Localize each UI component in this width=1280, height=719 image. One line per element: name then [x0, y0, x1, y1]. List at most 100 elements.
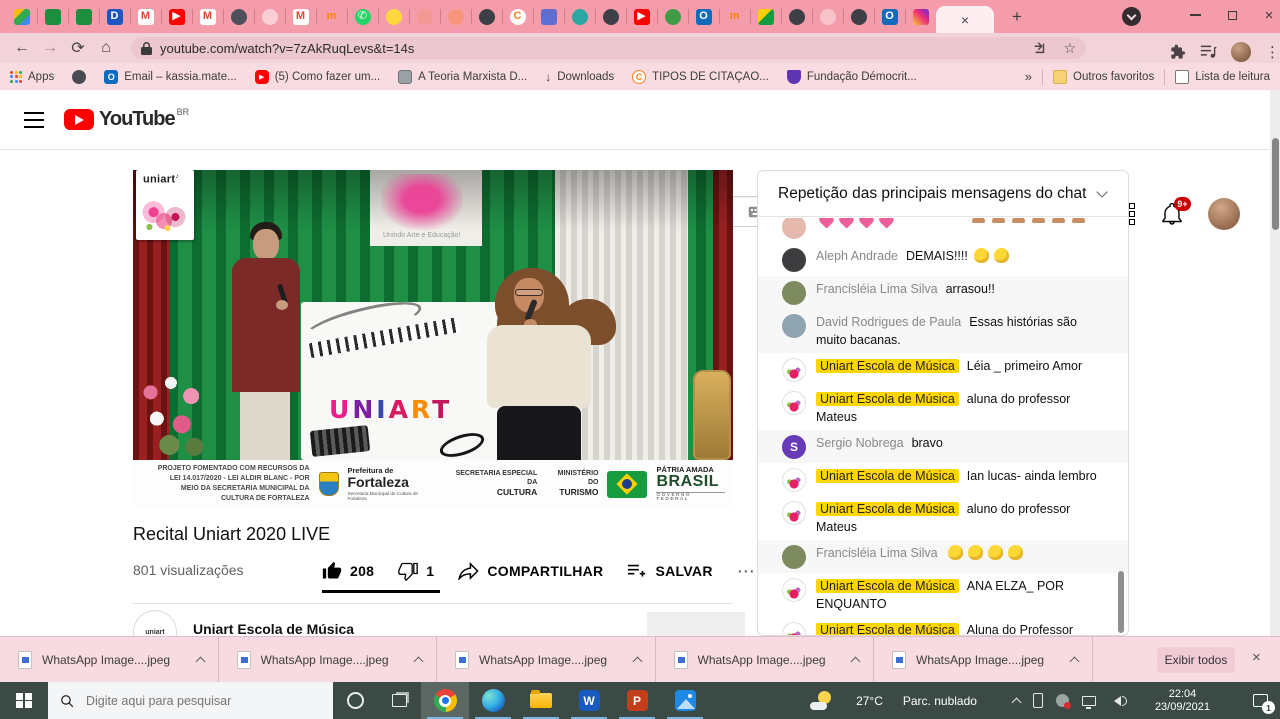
- downloads-close-icon[interactable]: ×: [1252, 649, 1261, 666]
- bookmarks-overflow-icon[interactable]: »: [1025, 69, 1032, 84]
- tab-youtube[interactable]: ▶: [161, 0, 192, 33]
- chevron-up-icon[interactable]: [851, 656, 861, 666]
- tab-moodle[interactable]: m: [316, 0, 347, 33]
- like-button[interactable]: 208: [322, 561, 374, 581]
- show-all-downloads-button[interactable]: Exibir todos: [1157, 647, 1235, 673]
- download-chip[interactable]: WhatsApp Image....jpeg: [437, 637, 656, 682]
- share-button[interactable]: COMPARTILHAR: [458, 562, 603, 580]
- chevron-up-icon[interactable]: [195, 656, 205, 666]
- taskbar-photos[interactable]: [661, 682, 709, 719]
- browser-menu-icon[interactable]: ⋮: [1265, 43, 1280, 61]
- bookmark-item[interactable]: [72, 70, 86, 84]
- chat-header[interactable]: Repetição das principais mensagens do ch…: [758, 171, 1128, 217]
- download-chip[interactable]: WhatsApp Image....jpeg: [219, 637, 438, 682]
- weather-icon[interactable]: [810, 691, 834, 711]
- tab-sticker[interactable]: [378, 0, 409, 33]
- dislike-button[interactable]: 1: [398, 561, 434, 581]
- tab-orange-c[interactable]: C: [502, 0, 533, 33]
- chat-message[interactable]: Uniart Escola de MúsicaANA ELZA_ POR ENQ…: [758, 573, 1128, 617]
- chat-message[interactable]: Uniart Escola de MúsicaAluna do Professo…: [758, 617, 1128, 635]
- chat-message[interactable]: Uniart Escola de MúsicaIan lucas- ainda …: [758, 463, 1128, 496]
- tab-whatsapp[interactable]: ✆: [347, 0, 378, 33]
- bookmark-reading-list[interactable]: Lista de leitura: [1175, 70, 1270, 84]
- taskbar-powerpoint[interactable]: P: [613, 682, 661, 719]
- channel-name[interactable]: Uniart Escola de Música: [193, 621, 354, 637]
- download-chip[interactable]: WhatsApp Image....jpeg: [0, 637, 219, 682]
- cortana-button[interactable]: [333, 682, 377, 719]
- tab-blue-app[interactable]: [533, 0, 564, 33]
- window-minimize-button[interactable]: [1178, 0, 1212, 30]
- chat-message[interactable]: Aleph AndradeDEMAIS!!!!: [758, 243, 1128, 276]
- tab-gov-br[interactable]: [750, 0, 781, 33]
- bookmark-item[interactable]: Fundação Démocrit...: [787, 70, 917, 84]
- tab-lamp[interactable]: [440, 0, 471, 33]
- bookmark-item[interactable]: A Teoria Marxista D...: [398, 70, 527, 84]
- bookmark-item[interactable]: OEmail – kassia.mate...: [104, 70, 236, 84]
- chat-message[interactable]: Francisléia Lima Silvaarrasou!!: [758, 276, 1128, 309]
- save-button[interactable]: SALVAR: [627, 563, 712, 579]
- chat-scrollbar-thumb[interactable]: [1118, 571, 1124, 633]
- youtube-profile-avatar[interactable]: [1208, 198, 1240, 230]
- subscribed-button[interactable]: [647, 612, 745, 636]
- tab-green-app[interactable]: [657, 0, 688, 33]
- more-actions-button[interactable]: ⋯: [737, 561, 757, 582]
- tab-faded-ring[interactable]: [812, 0, 843, 33]
- tab-dark-globe[interactable]: [781, 0, 812, 33]
- reload-button[interactable]: ⟳: [64, 35, 92, 61]
- chat-message[interactable]: Uniart Escola de MúsicaLéia _ primeiro A…: [758, 353, 1128, 386]
- bookmark-apps[interactable]: Apps: [10, 71, 54, 83]
- weather-temp[interactable]: 27°C: [856, 694, 883, 708]
- taskbar-explorer[interactable]: [517, 682, 565, 719]
- scrollbar-thumb[interactable]: [1272, 138, 1279, 230]
- tab-search-button[interactable]: [1122, 7, 1141, 26]
- tab-outlook[interactable]: O: [688, 0, 719, 33]
- youtube-logo[interactable]: YouTube BR: [64, 109, 189, 130]
- tab-google-sheets[interactable]: [37, 0, 68, 33]
- extensions-puzzle-icon[interactable]: [1170, 44, 1186, 60]
- home-button[interactable]: ⌂: [92, 35, 120, 61]
- action-center-button[interactable]: 1: [1240, 682, 1280, 719]
- tab-youtube[interactable]: ▶: [626, 0, 657, 33]
- bookmark-item[interactable]: CTIPOS DE CITAÇÃO...: [632, 70, 769, 84]
- tab-dark-globe[interactable]: [595, 0, 626, 33]
- window-maximize-button[interactable]: [1215, 0, 1249, 30]
- chat-message[interactable]: David Rodrigues de PaulaEssas histórias …: [758, 309, 1128, 353]
- chevron-up-icon[interactable]: [1069, 656, 1079, 666]
- task-view-button[interactable]: [377, 682, 421, 719]
- hamburger-menu-icon[interactable]: [24, 112, 44, 128]
- tab-close-icon[interactable]: ×: [961, 13, 969, 27]
- chat-message[interactable]: Uniart Escola de Músicaaluno do professo…: [758, 496, 1128, 540]
- taskbar-chrome[interactable]: [421, 682, 469, 719]
- tab-faded-site[interactable]: [254, 0, 285, 33]
- taskbar-edge[interactable]: [469, 682, 517, 719]
- tab-google-drive[interactable]: [6, 0, 37, 33]
- tab-faded-ring[interactable]: [409, 0, 440, 33]
- tab-dark-globe[interactable]: [471, 0, 502, 33]
- back-button[interactable]: ←: [8, 35, 36, 61]
- start-button[interactable]: [0, 682, 48, 719]
- tab-globe[interactable]: [223, 0, 254, 33]
- taskbar-word[interactable]: W: [565, 682, 613, 719]
- download-chip[interactable]: WhatsApp Image....jpeg: [656, 637, 875, 682]
- network-icon[interactable]: [1082, 696, 1096, 706]
- audio-muted-icon[interactable]: [1056, 694, 1069, 707]
- taskbar-search-box[interactable]: [48, 682, 333, 719]
- volume-icon[interactable]: [1109, 696, 1127, 706]
- chevron-up-icon[interactable]: [632, 656, 642, 666]
- taskbar-clock[interactable]: 22:04 23/09/2021: [1155, 688, 1210, 714]
- chat-message[interactable]: SSergio Nobregabravo: [758, 430, 1128, 463]
- bookmark-item[interactable]: ▶(5) Como fazer um...: [255, 70, 380, 84]
- tab-outlook[interactable]: O: [874, 0, 905, 33]
- notifications-bell-icon[interactable]: 9+: [1160, 202, 1184, 226]
- tab-teal-app[interactable]: [564, 0, 595, 33]
- weather-condition[interactable]: Parc. nublado: [903, 694, 977, 708]
- bookmark-item[interactable]: ↓Downloads: [545, 70, 614, 84]
- browser-profile-avatar[interactable]: [1231, 42, 1251, 62]
- tab-dark-globe[interactable]: [843, 0, 874, 33]
- tab-moodle[interactable]: m: [719, 0, 750, 33]
- tab-google-sheets[interactable]: [68, 0, 99, 33]
- tab-instagram[interactable]: [905, 0, 936, 33]
- share-icon[interactable]: [1033, 41, 1047, 55]
- window-close-button[interactable]: ×: [1252, 0, 1280, 30]
- music-extension-icon[interactable]: [1200, 44, 1217, 59]
